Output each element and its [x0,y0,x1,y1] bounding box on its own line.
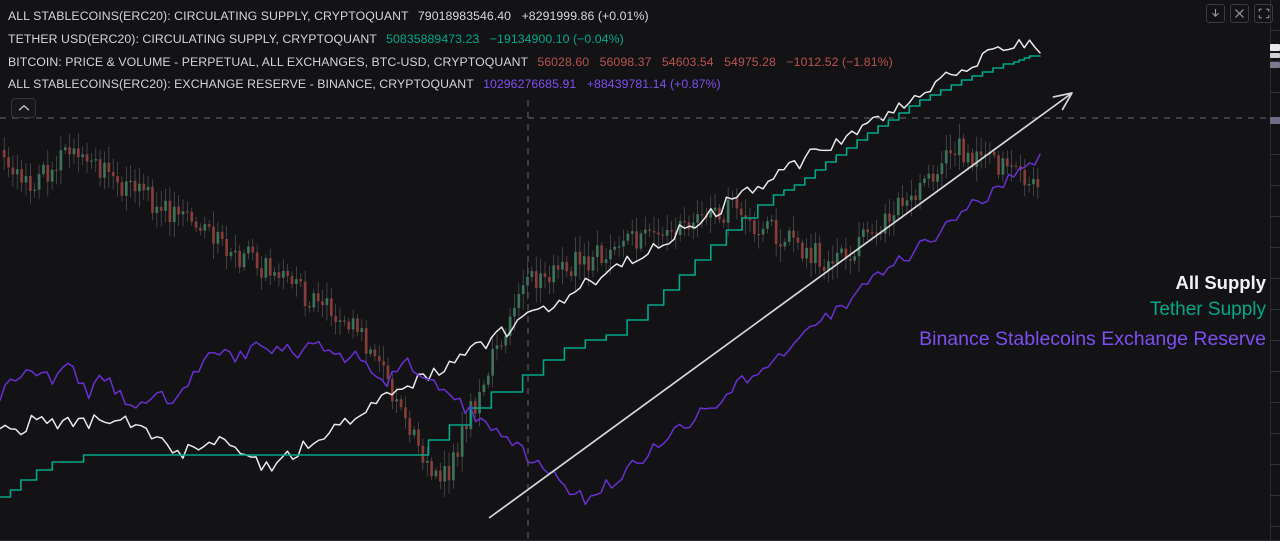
axis-tick [1270,526,1280,527]
axis-tick [1270,247,1280,248]
axis-tick [1270,433,1280,434]
price-marker[interactable] [1270,117,1280,124]
series-label-binance-reserve: Binance Stablecoins Exchange Reserve [919,328,1266,350]
legend-value: 50835889473.23 [386,31,480,46]
legend-row[interactable]: ALL STABLECOINS(ERC20): CIRCULATING SUPP… [8,5,1180,28]
window-controls [1206,4,1273,23]
legend-values: 50835889473.23 −19134900.10 (−0.04%) [386,32,624,46]
axis-tick [1270,278,1280,279]
legend-value-high: 56098.37 [599,54,652,69]
series-line [0,55,1041,498]
axis-tick [1270,154,1280,155]
legend-value: −19134900.10 (−0.04%) [489,31,624,46]
axis-tick [1270,402,1280,403]
price-axis[interactable] [1270,0,1280,541]
axis-tick [1270,92,1280,93]
legend-title: TETHER USD(ERC20): CIRCULATING SUPPLY, C… [8,31,377,46]
legend-value-open: 56028.60 [537,54,590,69]
legend-row[interactable]: BITCOIN: PRICE & VOLUME - PERPETUAL, ALL… [8,51,1180,74]
legend-title: BITCOIN: PRICE & VOLUME - PERPETUAL, ALL… [8,54,528,69]
legend-title: ALL STABLECOINS(ERC20): CIRCULATING SUPP… [8,9,409,23]
legend-value-change: −1012.52 (−1.81%) [786,54,893,69]
series-label-tether-supply: Tether Supply [1149,299,1266,320]
chevron-up-icon [18,105,29,111]
legend-value: 10296276685.91 [483,77,577,92]
series-line [0,38,1041,472]
series-legend: All Supply Tether Supply Binance Stablec… [919,270,1266,354]
close-icon[interactable] [1230,4,1249,23]
legend-values: 10296276685.91 +88439781.14 (+0.87%) [483,77,721,91]
series-label-all-supply: All Supply [1175,272,1266,293]
legend-value-close: 54975.28 [724,54,776,69]
legend-values: 79018983546.40 +8291999.86 (+0.01%) [418,9,649,23]
axis-tick [1270,185,1280,186]
axis-tick [1270,340,1280,341]
candlestick-series [2,123,1040,498]
collapse-panel-button[interactable] [11,98,36,118]
price-marker[interactable] [1270,44,1280,51]
price-marker[interactable] [1270,53,1280,58]
legend-value-low: 54603.54 [661,54,714,69]
legend-values: 56028.60 56098.37 54603.54 54975.28 −101… [537,55,892,69]
legend-row[interactable]: TETHER USD(ERC20): CIRCULATING SUPPLY, C… [8,28,1180,51]
axis-tick [1270,495,1280,496]
legend-value: +88439781.14 (+0.87%) [586,77,721,92]
price-marker[interactable] [1270,62,1280,68]
download-icon[interactable] [1206,4,1225,23]
legend-panel: ALL STABLECOINS(ERC20): CIRCULATING SUPP… [0,0,1180,96]
axis-tick [1270,30,1280,31]
legend-value: +8291999.86 (+0.01%) [521,9,649,23]
axis-tick [1270,371,1280,372]
axis-tick [1270,216,1280,217]
chart-window: ALL STABLECOINS(ERC20): CIRCULATING SUPP… [0,0,1280,541]
legend-value: 79018983546.40 [417,9,512,23]
legend-row[interactable]: ALL STABLECOINS(ERC20): EXCHANGE RESERVE… [8,73,1180,96]
axis-tick [1270,464,1280,465]
fullscreen-icon[interactable] [1254,4,1273,23]
legend-title: ALL STABLECOINS(ERC20): EXCHANGE RESERVE… [8,77,474,92]
axis-tick [1270,309,1280,310]
